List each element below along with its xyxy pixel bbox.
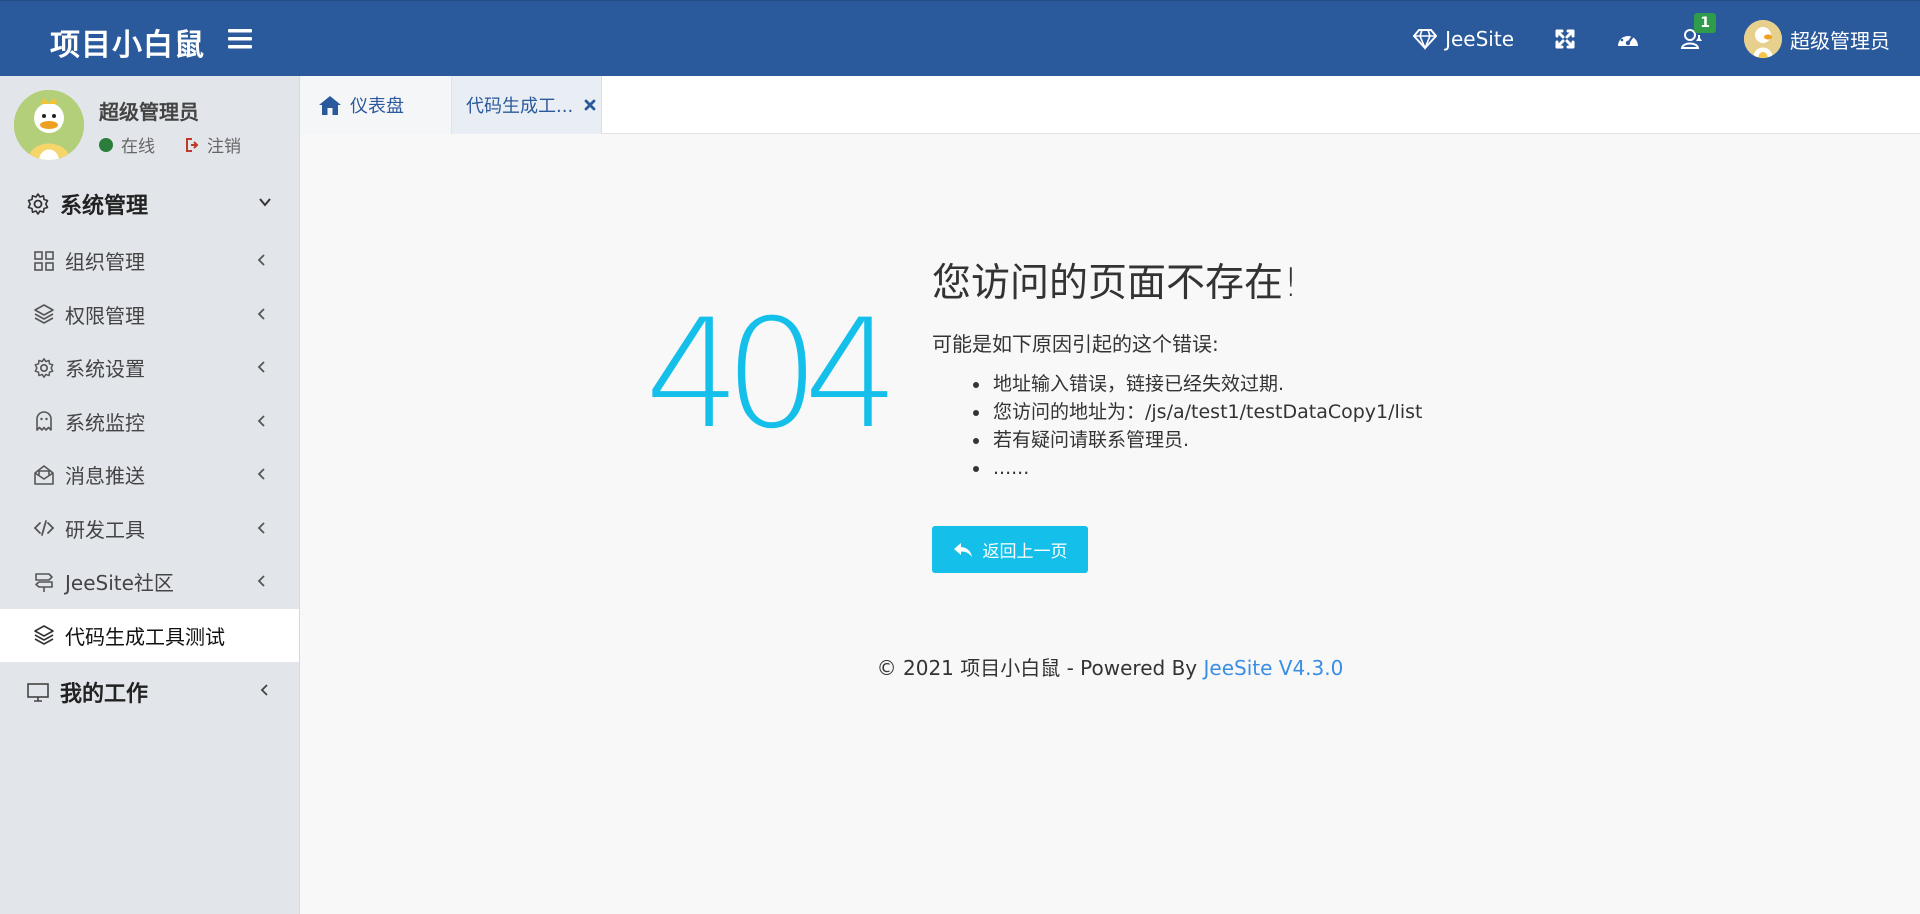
notifications-button[interactable]: 1: [1680, 13, 1716, 51]
sidebar-item-settings[interactable]: 系统设置: [0, 341, 299, 395]
menu-group-work-label: 我的工作: [60, 682, 149, 707]
top-navbar: 项目小白鼠 JeeSite 1 超级管理员: [0, 0, 1920, 76]
footer-text: © 2021 项目小白鼠 - Powered By: [876, 656, 1204, 680]
user-menu[interactable]: 超级管理员: [1744, 20, 1890, 58]
chevron-left-icon: [255, 360, 269, 374]
jeesite-label: JeeSite: [1445, 27, 1514, 51]
sidebar-item-org[interactable]: 组织管理: [0, 234, 299, 288]
error-description: 可能是如下原因引起的这个错误:: [932, 332, 1219, 356]
sidebar-item-label: JeeSite社区: [65, 571, 174, 596]
list-item: 若有疑问请联系管理员.: [991, 426, 1422, 454]
fullscreen-button[interactable]: [1554, 28, 1576, 50]
menu-group-work[interactable]: 我的工作: [0, 662, 299, 722]
reply-icon: [953, 542, 973, 558]
diamond-icon: [1413, 28, 1438, 50]
close-icon[interactable]: [583, 98, 597, 112]
gear-icon: [26, 192, 50, 216]
user-panel: 超级管理员 在线 注销: [0, 76, 299, 174]
envelope-open-icon: [33, 464, 55, 486]
ghost-icon: [33, 410, 55, 432]
chevron-left-icon: [255, 521, 269, 535]
error-code: 404: [645, 288, 899, 462]
menu-group-system-label: 系统管理: [60, 194, 149, 219]
sidebar-item-label: 代码生成工具测试: [65, 624, 225, 649]
sidebar-item-label: 组织管理: [65, 250, 145, 275]
error-reasons-list: 地址输入错误，链接已经失效过期. 您访问的地址为：/js/a/test1/tes…: [965, 370, 1422, 482]
tab-dashboard-label: 仪表盘: [350, 96, 404, 117]
sidebar-item-label: 消息推送: [65, 464, 145, 489]
error-title: 您访问的页面不存在!: [932, 261, 1299, 306]
layers-icon: [33, 303, 55, 325]
sidebar-item-permission[interactable]: 权限管理: [0, 288, 299, 342]
chevron-left-icon: [255, 414, 269, 428]
user-status: 在线 注销: [99, 132, 241, 157]
brand-title[interactable]: 项目小白鼠: [50, 20, 205, 64]
sidebar: 超级管理员 在线 注销 系统管理 组织管理 权限管理 系统设置 系统监控 消息推…: [0, 76, 300, 914]
menu-group-system[interactable]: 系统管理: [0, 174, 299, 234]
sidebar-item-codegen-test[interactable]: 代码生成工具测试: [0, 608, 299, 662]
menu-toggle-icon[interactable]: [228, 27, 254, 51]
header-user-name: 超级管理员: [1790, 28, 1890, 53]
logout-link[interactable]: 注销: [185, 132, 241, 157]
chevron-left-icon: [255, 253, 269, 267]
grid-icon: [33, 250, 55, 272]
chevron-down-icon: [257, 194, 273, 210]
list-item: ......: [991, 454, 1422, 482]
online-status-label: 在线: [121, 137, 155, 157]
go-back-label: 返回上一页: [982, 542, 1068, 562]
code-icon: [33, 517, 55, 539]
signpost-icon: [33, 571, 55, 593]
logout-label: 注销: [207, 137, 241, 157]
dashboard-button[interactable]: [1616, 28, 1640, 50]
gear-icon: [33, 357, 55, 379]
chevron-left-icon: [257, 682, 273, 698]
page-tabs: 仪表盘 代码生成工...: [300, 76, 1920, 134]
tachometer-icon: [1616, 28, 1640, 50]
avatar: [1744, 20, 1782, 58]
sidebar-item-devtools[interactable]: 研发工具: [0, 502, 299, 556]
sidebar-item-label: 研发工具: [65, 517, 145, 542]
sidebar-item-message[interactable]: 消息推送: [0, 448, 299, 502]
sidebar-item-community[interactable]: JeeSite社区: [0, 555, 299, 609]
go-back-button[interactable]: 返回上一页: [932, 526, 1088, 573]
monitor-icon: [26, 680, 50, 704]
footer: © 2021 项目小白鼠 - Powered By JeeSite V4.3.0: [300, 652, 1920, 681]
chevron-left-icon: [255, 307, 269, 321]
tab-code-gen-label: 代码生成工...: [466, 96, 574, 117]
list-item: 地址输入错误，链接已经失效过期.: [991, 370, 1422, 398]
jeesite-link[interactable]: JeeSite: [1413, 27, 1514, 51]
layers-icon: [33, 624, 55, 646]
sidebar-user-name: 超级管理员: [99, 100, 199, 124]
notification-badge: 1: [1694, 13, 1716, 33]
jeesite-version-link[interactable]: JeeSite V4.3.0: [1204, 656, 1344, 680]
tab-code-gen[interactable]: 代码生成工...: [452, 76, 602, 134]
sidebar-item-monitor[interactable]: 系统监控: [0, 395, 299, 449]
list-item: 您访问的地址为：/js/a/test1/testDataCopy1/list: [991, 398, 1422, 426]
sidebar-item-label: 系统监控: [65, 410, 145, 435]
sign-out-icon: [185, 137, 201, 153]
sidebar-item-label: 系统设置: [65, 357, 145, 382]
chevron-left-icon: [255, 467, 269, 481]
sidebar-item-label: 权限管理: [65, 303, 145, 328]
home-icon: [318, 94, 342, 116]
online-status-icon: [99, 137, 113, 152]
avatar: [14, 90, 84, 160]
expand-icon: [1554, 28, 1576, 50]
chevron-left-icon: [255, 574, 269, 588]
top-right-toolbar: JeeSite 1 超级管理员: [1373, 1, 1890, 77]
tab-dashboard[interactable]: 仪表盘: [300, 76, 452, 134]
